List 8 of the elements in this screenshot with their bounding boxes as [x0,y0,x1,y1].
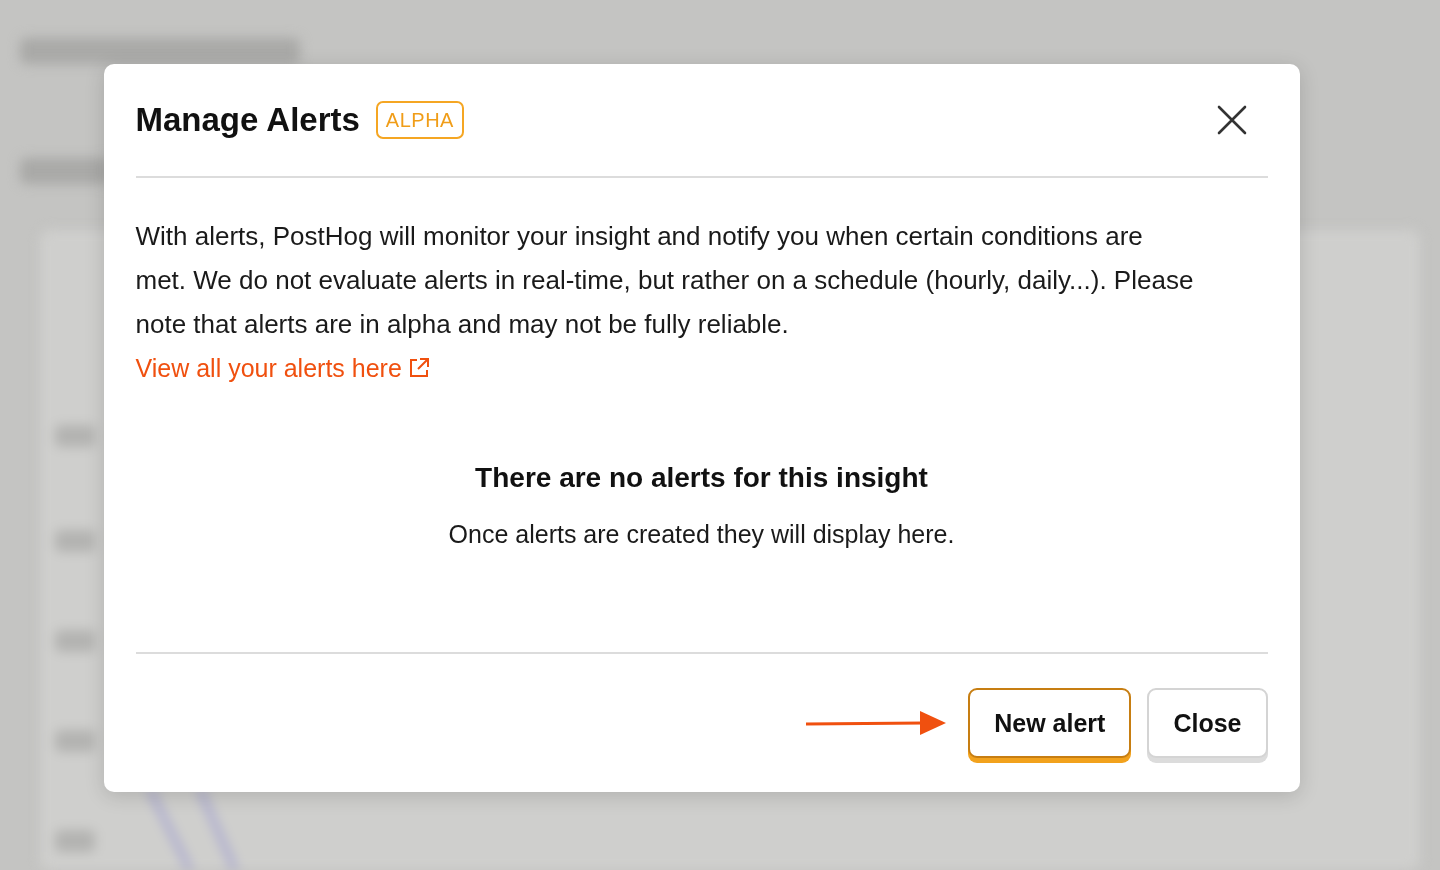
dialog-title: Manage Alerts [135,101,360,139]
alpha-badge: ALPHA [375,101,464,139]
external-link-icon [407,357,430,379]
empty-state-message: Once alerts are created they will display here. [448,520,955,549]
description: With alerts, PostHog will monitor your insight and notify you when certain conditions are met. We do not evaluate alerts in real-time, but rather on a schedule (hourly, daily...). Please note that alerts are in alpha and may not be fully reliable. [135,220,1195,341]
close-icon[interactable] [1215,104,1248,136]
empty-state-title: There are no alerts for this insight [475,462,928,494]
alerts-link[interactable]: View all your alerts here [135,346,430,390]
